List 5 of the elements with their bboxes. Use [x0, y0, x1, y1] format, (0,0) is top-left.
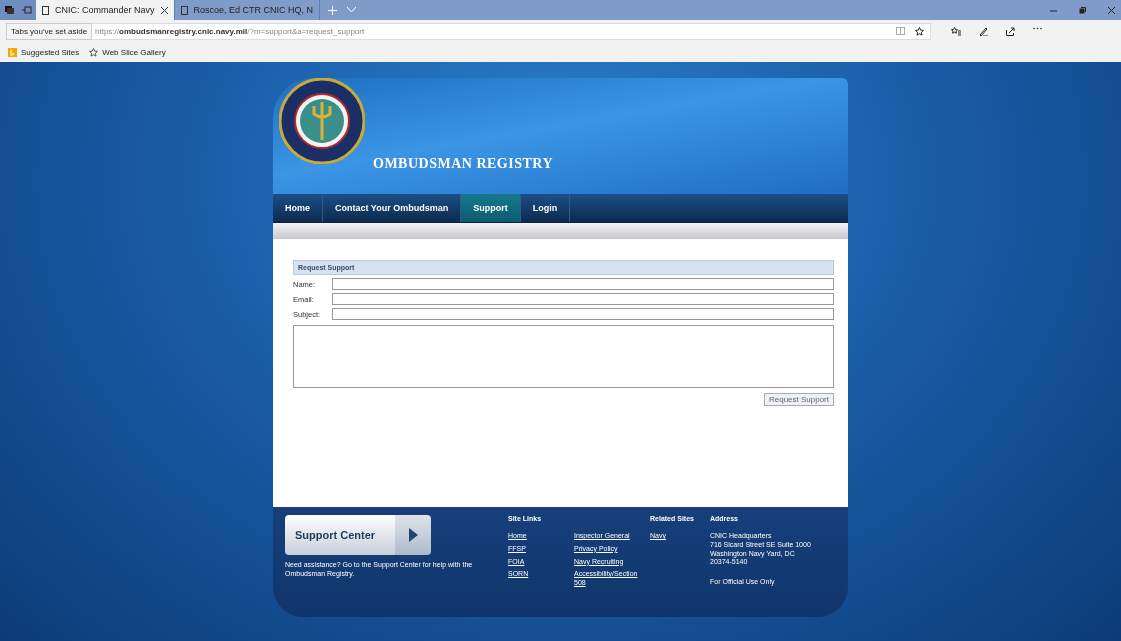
url-text: https://ombudsmanregistry.cnic.navy.mil/?m=support&a=request_support	[95, 26, 365, 36]
tab-title: CNIC: Commander Navy	[55, 5, 155, 15]
tooltip: Tabs you've set aside	[6, 23, 93, 40]
tab-title: Roscoe, Ed CTR CNIC HQ, N	[193, 5, 314, 15]
site-title: OMBUDSMAN REGISTRY	[373, 156, 554, 172]
